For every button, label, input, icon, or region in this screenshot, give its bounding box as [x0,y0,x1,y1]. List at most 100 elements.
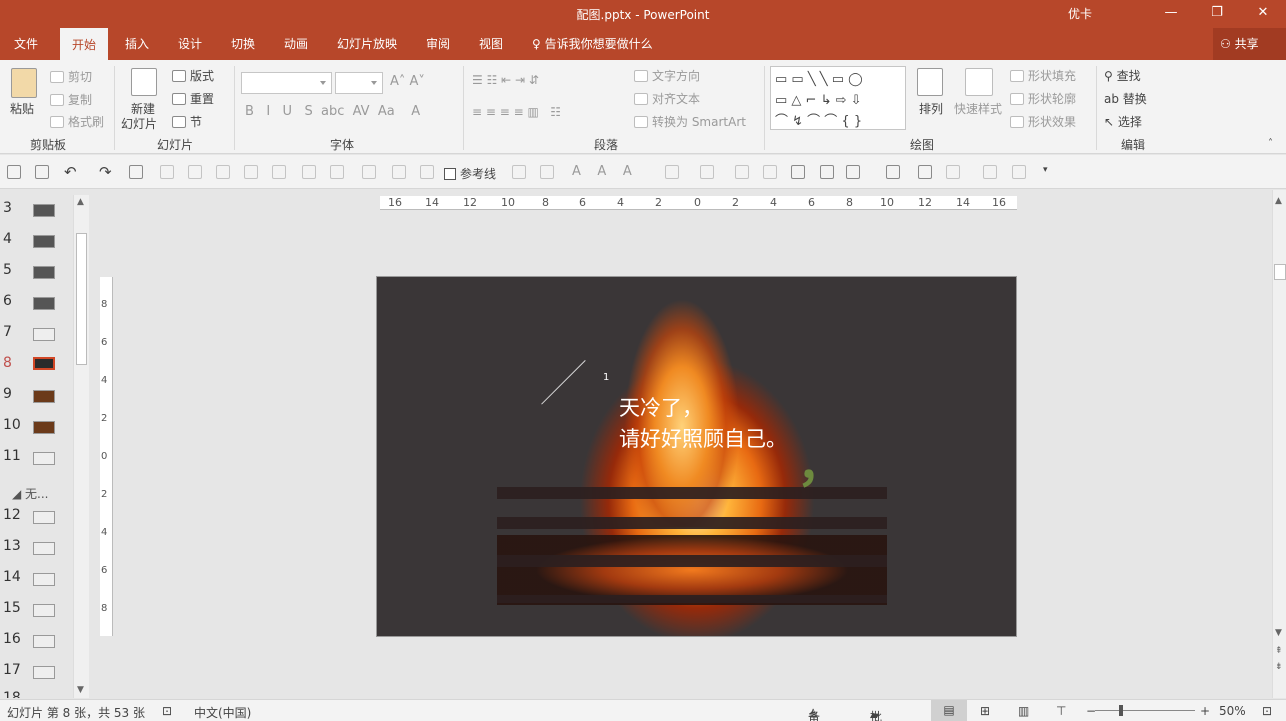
slide-thumbnail[interactable] [33,452,55,465]
table-icon[interactable] [886,165,900,179]
editor-scrollbar[interactable]: ▲ ▼ ⇞ ⇟ [1272,190,1286,698]
slide-sorter-icon[interactable]: ⊞ [980,704,990,718]
user-name[interactable]: 优卡 [1068,5,1092,22]
font-size-icons[interactable]: A A A [572,164,632,179]
scroll-down-icon[interactable]: ▼ [1275,628,1282,638]
ungroup-icon[interactable] [420,165,434,179]
grow-font-icon[interactable]: A˄ A˅ [390,74,425,89]
resize-icon[interactable] [540,165,554,179]
undo-icon[interactable]: ↶ [64,163,77,181]
scroll-up-icon[interactable]: ▲ [1275,196,1282,206]
slide-thumbnail[interactable] [33,573,55,586]
align-right-icon[interactable] [216,165,230,179]
line-color-icon[interactable] [700,165,714,179]
zoom-slider-knob[interactable] [1119,705,1123,716]
bullets-icon[interactable]: ☰ ☷ ⇤ ⇥ ⇵ [472,73,539,87]
slide-thumbnail[interactable] [33,635,55,648]
align-bottom-icon[interactable] [302,165,316,179]
replace-button[interactable]: ab 替换 [1104,90,1147,107]
shapes-icon[interactable] [846,165,860,179]
select-button[interactable]: ↖ 选择 [1104,113,1142,130]
slide-thumbnail[interactable] [33,666,55,679]
shapes-gallery[interactable]: ▭ ▭ ╲ ╲ ▭ ◯ ▭ △ ⌐ ↳ ⇨ ⇩ ⌒ ↯ ⌒ ⌒ { } [770,66,906,130]
align-text-button[interactable]: 对齐文本 [634,90,700,107]
fit-slide-icon[interactable]: ⊡ [1262,704,1272,718]
slide-thumbnail[interactable] [33,266,55,279]
quick-styles-button[interactable]: 快速样式 [954,100,1002,117]
bring-forward-icon[interactable] [983,165,997,179]
scrollbar-thumb[interactable] [1274,264,1286,280]
align-left-icon[interactable] [160,165,174,179]
slide-text-line-2[interactable]: 请好好照顾自己。 [619,423,787,453]
slide-thumbnail[interactable] [33,235,55,248]
comma-shape[interactable]: ， [797,425,845,495]
align-icons[interactable]: ≡ ≡ ≡ ≡ ▥ ☷ [472,105,561,119]
customize-qat-icon[interactable]: ▾ [1043,165,1048,175]
shape-fill-button[interactable]: 形状填充 [1010,67,1076,84]
font-size-combo[interactable] [335,72,383,94]
align-top-icon[interactable] [244,165,258,179]
fill-color-icon[interactable] [665,165,679,179]
zoom-out-icon[interactable]: − [1086,704,1096,718]
zoom-in-icon[interactable]: + [1200,704,1210,718]
share-button[interactable]: ⚇ 共享 [1213,28,1286,60]
slideshow-icon[interactable]: ⊤ [1056,704,1066,718]
close-button[interactable]: ✕ [1240,0,1286,28]
section-header[interactable]: ◢ 无... [12,485,49,502]
tab-insert[interactable]: 插入 [125,35,149,60]
merge-shapes-icon[interactable] [791,165,805,179]
scrollbar-thumb[interactable] [76,233,87,365]
group-icon[interactable] [392,165,406,179]
font-name-combo[interactable] [241,72,332,94]
present-icon[interactable] [129,165,143,179]
slide-thumbnail[interactable] [33,604,55,617]
tab-slideshow[interactable]: 幻灯片放映 [337,35,397,60]
animation-icon[interactable] [820,165,834,179]
slide-thumbnail[interactable] [33,542,55,555]
selection-icon[interactable] [946,165,960,179]
spell-check-icon[interactable]: ⊡ [162,704,172,718]
thumbnail-scrollbar[interactable]: ▲ ▼ [73,195,89,698]
language-indicator[interactable]: 中文(中国) [194,704,251,721]
crop-icon[interactable] [512,165,526,179]
save-as-icon[interactable] [35,165,49,179]
slide-thumbnail[interactable] [33,204,55,217]
scroll-down-icon[interactable]: ▼ [77,685,84,695]
reset-button[interactable]: 重置 [172,90,214,107]
tab-review[interactable]: 审阅 [426,35,450,60]
slide-thumbnail[interactable] [33,328,55,341]
format-icon[interactable] [735,165,749,179]
tab-view[interactable]: 视图 [479,35,503,60]
slide-canvas[interactable]: 1 天冷了， 请好好照顾自己。 ， [376,276,1017,637]
text-direction-button[interactable]: 文字方向 [634,67,700,84]
align-middle-icon[interactable] [272,165,286,179]
collapse-ribbon-icon[interactable]: ˄ [1268,138,1273,149]
paste-button[interactable]: 粘贴 [10,100,34,117]
slide-text-line-1[interactable]: 天冷了， [619,392,703,422]
tab-home[interactable]: 开始 [60,28,108,60]
tell-me-box[interactable]: ♀ 告诉我你想要做什么 [532,35,653,60]
star-icon[interactable] [763,165,777,179]
copy-button[interactable]: 复制 [50,91,92,108]
guides-checkbox[interactable]: 参考线 [444,165,496,182]
layout-button[interactable]: 版式 [172,67,214,84]
chart-icon[interactable] [918,165,932,179]
normal-view-icon[interactable]: ▤ [931,700,967,721]
distribute-v-icon[interactable] [362,165,376,179]
tab-file[interactable]: 文件 [14,35,38,60]
save-icon[interactable] [7,165,21,179]
reading-view-icon[interactable]: ▥ [1018,704,1029,718]
redo-icon[interactable]: ↷ [99,163,112,181]
cut-button[interactable]: 剪切 [50,68,92,85]
next-slide-icon[interactable]: ⇟ [1275,662,1283,672]
zoom-slider[interactable] [1095,710,1195,711]
restore-button[interactable]: ❐ [1194,0,1240,28]
send-backward-icon[interactable] [1012,165,1026,179]
slide-thumbnail[interactable] [33,511,55,524]
slide-thumbnail[interactable] [33,421,55,434]
section-button[interactable]: 节 [172,113,202,130]
slide-thumbnail-selected[interactable] [33,357,55,370]
zoom-level[interactable]: 50% [1219,704,1246,718]
tab-transitions[interactable]: 切换 [231,35,255,60]
format-painter-button[interactable]: 格式刷 [50,113,104,130]
